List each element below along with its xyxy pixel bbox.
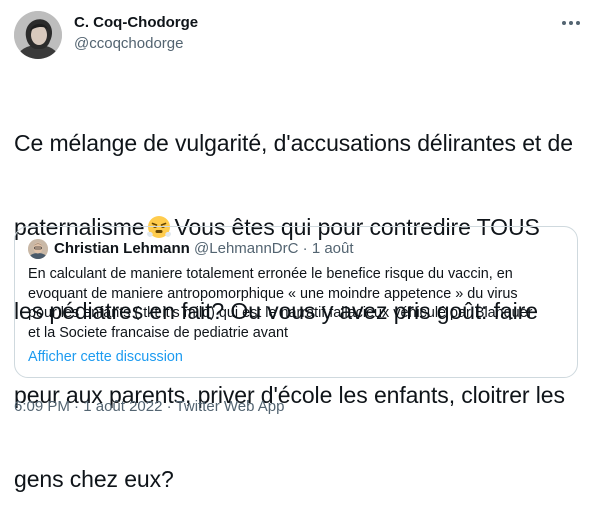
quoted-tweet-text: En calculant de maniere totalement erron… [28,265,568,343]
tweet-time[interactable]: 6:09 PM [14,398,70,415]
more-options-icon[interactable] [560,12,582,34]
show-thread-link[interactable]: Afficher cette discussion [28,348,183,367]
quoted-text-line: En calculant de maniere totalement erron… [28,266,513,282]
tweet-text-line: Ce mélange de vulgarité, d'accusations d… [14,130,573,156]
separator-dot: · [302,240,308,257]
tweet-source[interactable]: Twitter Web App [176,398,285,415]
quoted-author-handle[interactable]: @LehmannDrC [194,240,298,257]
tweet-date[interactable]: 1 août 2022 [83,398,162,415]
quoted-text-line: evoquant de maniere antropomorphique « u… [28,285,518,302]
author-avatar[interactable] [14,11,62,59]
quoted-author-avatar[interactable] [28,239,48,259]
author-name[interactable]: C. Coq-Chodorge [74,14,198,32]
separator-dot: · [74,398,80,415]
author-handle[interactable]: @ccoqchodorge [74,35,183,53]
quoted-text-line: pour les enfants ( tkt it’s mild) qui es… [28,305,533,321]
quoted-tweet-card[interactable]: Christian Lehmann @LehmannDrC · 1 août E… [14,226,578,378]
quoted-tweet-header: Christian Lehmann @LehmannDrC · 1 août [54,239,354,259]
tweet-metadata: 6:09 PM · 1 août 2022 · Twitter Web App [14,398,285,416]
quoted-text-line: et la Societe francaise de pediatrie ava… [28,324,288,341]
separator-dot: · [166,398,172,415]
quoted-tweet-date[interactable]: 1 août [312,240,354,257]
quoted-author-name[interactable]: Christian Lehmann [54,240,190,257]
tweet-text-line: gens chez eux? [14,466,174,492]
